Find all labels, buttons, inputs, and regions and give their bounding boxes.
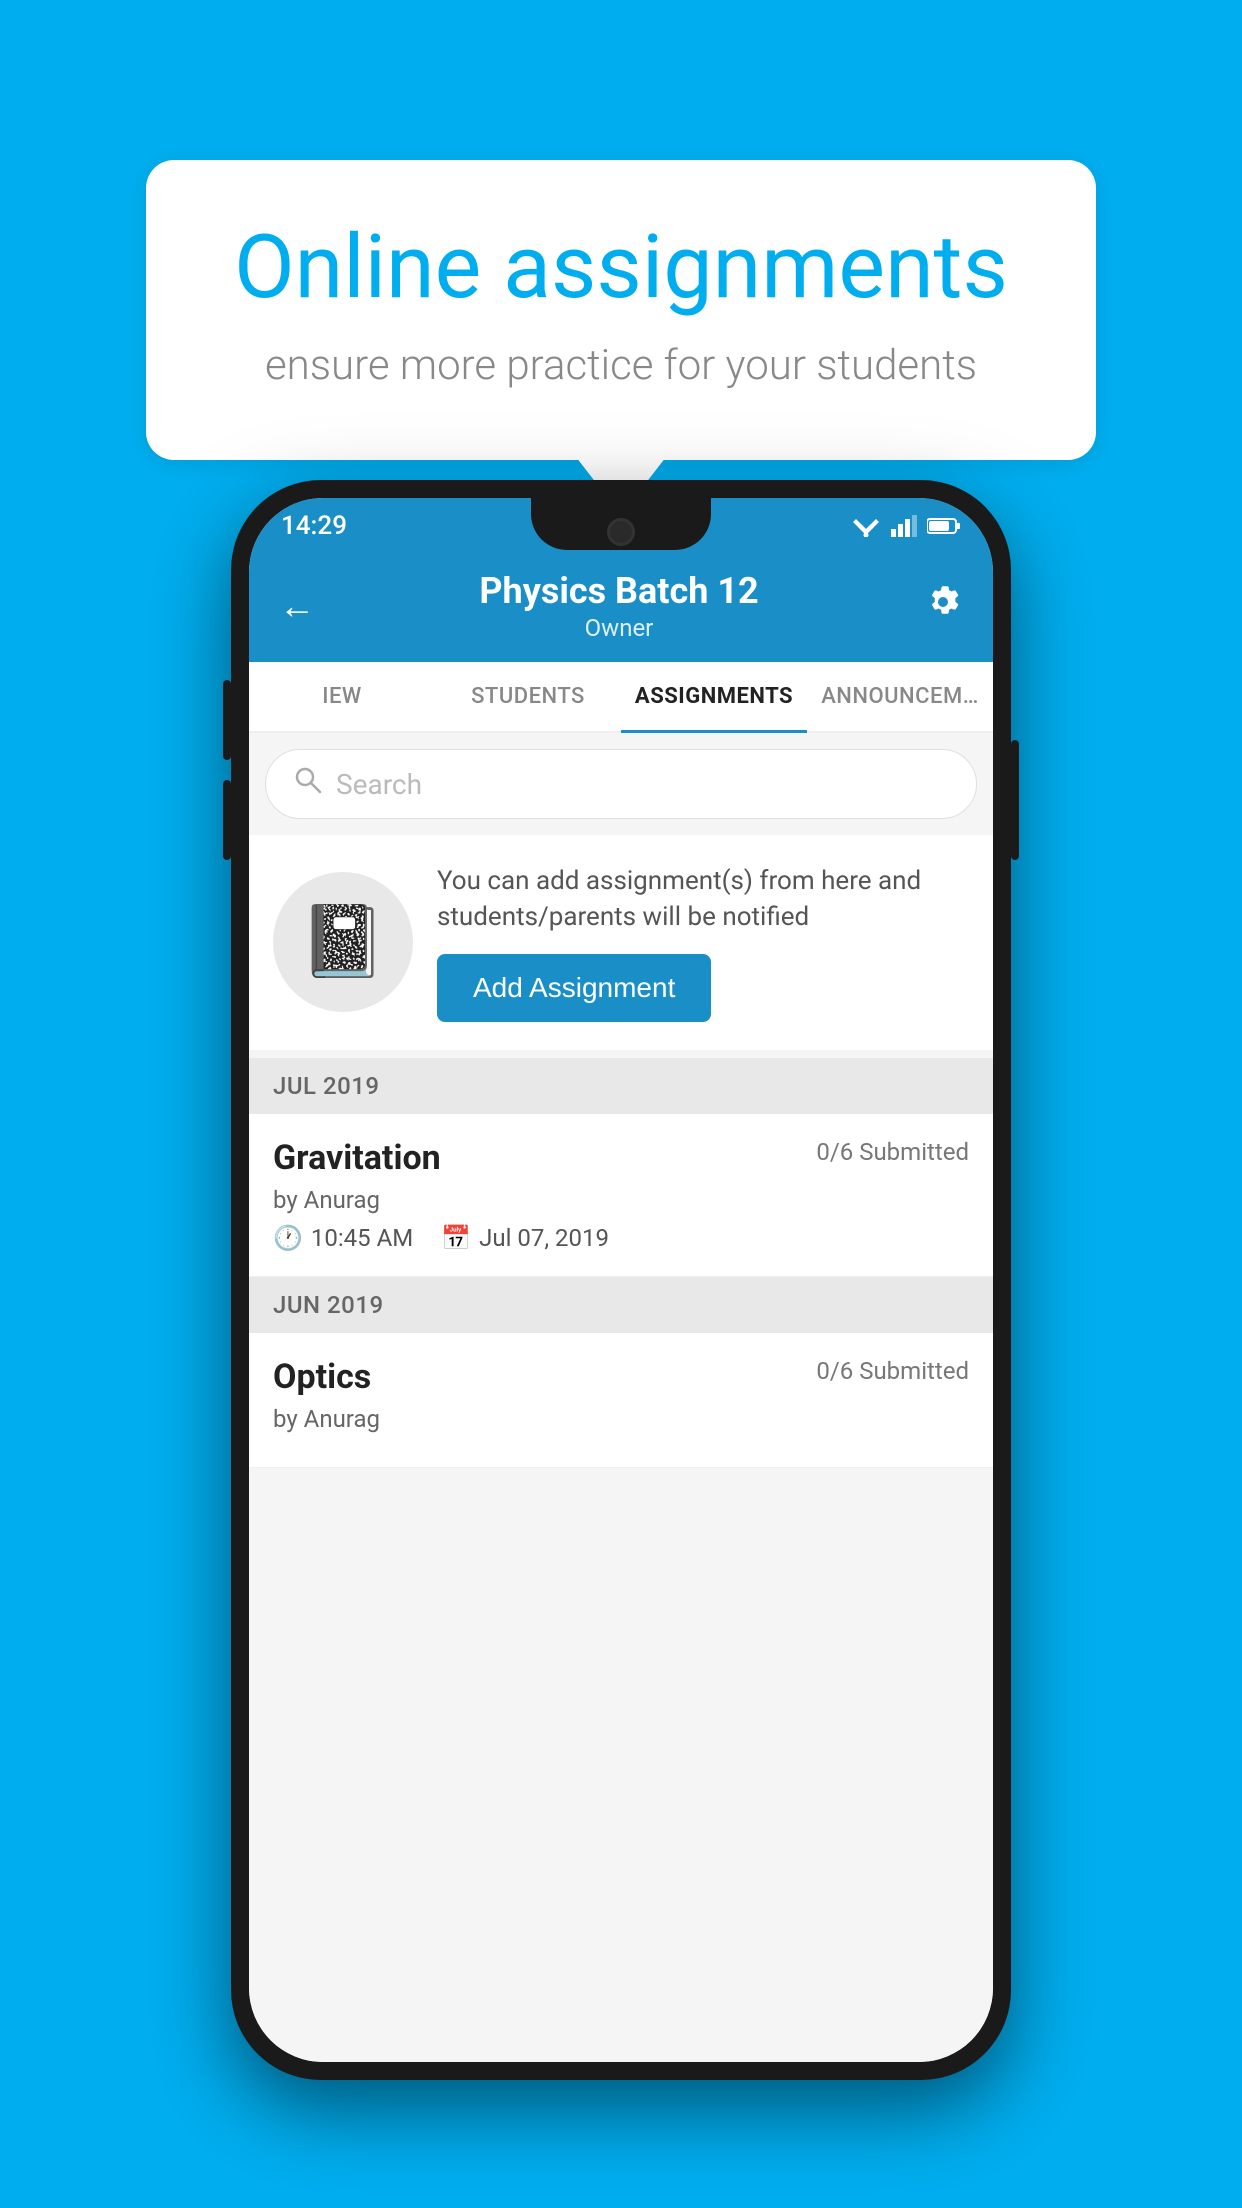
assignment-title: Gravitation (273, 1138, 441, 1178)
tab-announcements[interactable]: ANNOUNCEM… (807, 662, 993, 731)
header-title: Physics Batch 12 (315, 570, 923, 612)
back-button[interactable]: ← (279, 585, 315, 627)
phone-camera (607, 518, 635, 546)
info-description: You can add assignment(s) from here and … (437, 863, 969, 936)
info-text-block: You can add assignment(s) from here and … (437, 863, 969, 1022)
notebook-icon: 📓 (299, 901, 386, 983)
speech-bubble-wrapper: Online assignments ensure more practice … (0, 160, 1242, 460)
assignment-title-optics: Optics (273, 1357, 371, 1397)
wifi-icon (851, 515, 881, 537)
speech-bubble-title: Online assignments (216, 220, 1026, 317)
assignment-date: 📅 Jul 07, 2019 (441, 1224, 609, 1252)
assignment-by: by Anurag (273, 1186, 969, 1214)
clock-icon: 🕐 (273, 1224, 303, 1252)
speech-bubble: Online assignments ensure more practice … (146, 160, 1096, 460)
phone-screen: 14:29 (249, 498, 993, 2062)
tab-iew[interactable]: IEW (249, 662, 435, 731)
add-assignment-button[interactable]: Add Assignment (437, 954, 711, 1022)
app-header: ← Physics Batch 12 Owner (249, 554, 993, 662)
month-header-jun: JUN 2019 (249, 1277, 993, 1333)
signal-icon (891, 515, 917, 537)
tab-students[interactable]: STUDENTS (435, 662, 621, 731)
vol-down-button (223, 780, 231, 860)
month-header-jul: JUL 2019 (249, 1058, 993, 1114)
assignment-status-optics: 0/6 Submitted (816, 1357, 969, 1385)
phone-device: 14:29 (231, 480, 1011, 2080)
power-button (1011, 740, 1019, 860)
speech-bubble-subtitle: ensure more practice for your students (216, 341, 1026, 390)
battery-icon (927, 517, 961, 535)
assignment-status: 0/6 Submitted (816, 1138, 969, 1166)
assignment-top-optics: Optics 0/6 Submitted (273, 1357, 969, 1397)
search-bar[interactable]: Search (265, 749, 977, 819)
assignment-item-gravitation[interactable]: Gravitation 0/6 Submitted by Anurag 🕐 10… (249, 1114, 993, 1277)
search-input[interactable]: Search (336, 768, 422, 801)
assignment-time: 🕐 10:45 AM (273, 1224, 413, 1252)
phone-wrapper: 14:29 (231, 480, 1011, 2080)
assignment-illustration: 📓 (273, 872, 413, 1012)
assignment-meta: 🕐 10:45 AM 📅 Jul 07, 2019 (273, 1224, 969, 1252)
tab-assignments[interactable]: ASSIGNMENTS (621, 662, 807, 731)
info-card: 📓 You can add assignment(s) from here an… (249, 835, 993, 1050)
phone-notch (531, 498, 711, 550)
header-subtitle: Owner (315, 614, 923, 642)
vol-up-button (223, 680, 231, 760)
main-content: Search 📓 You can add assignment(s) from … (249, 733, 993, 2062)
assignment-top: Gravitation 0/6 Submitted (273, 1138, 969, 1178)
header-title-block: Physics Batch 12 Owner (315, 570, 923, 642)
gear-icon (923, 582, 963, 622)
status-time: 14:29 (281, 511, 347, 541)
calendar-icon: 📅 (441, 1224, 471, 1252)
status-icons (851, 515, 961, 537)
tabs-bar: IEW STUDENTS ASSIGNMENTS ANNOUNCEM… (249, 662, 993, 733)
assignment-item-optics[interactable]: Optics 0/6 Submitted by Anurag (249, 1333, 993, 1468)
settings-button[interactable] (923, 582, 963, 631)
search-icon (294, 766, 322, 802)
assignment-by-optics: by Anurag (273, 1405, 969, 1433)
